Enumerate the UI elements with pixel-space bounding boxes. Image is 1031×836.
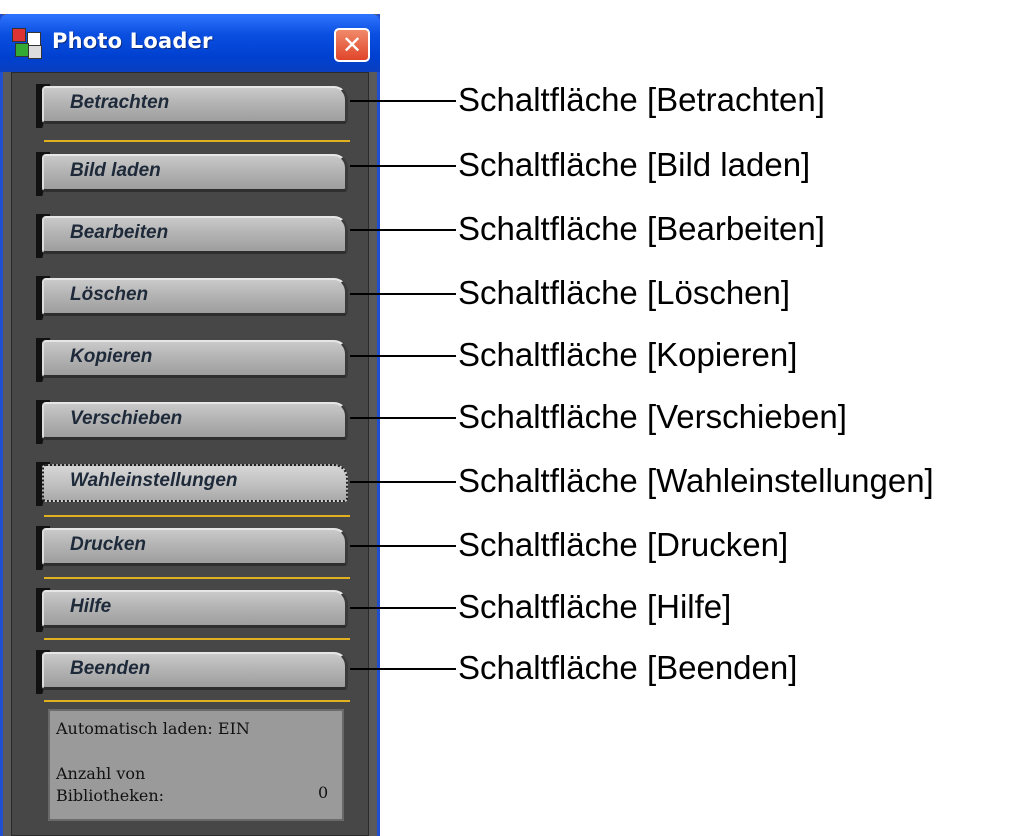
separator [44, 638, 350, 640]
edit-button[interactable]: Bearbeiten [36, 212, 352, 260]
button-label: Löschen [70, 284, 149, 305]
exit-button[interactable]: Beenden [36, 648, 352, 696]
button-label: Hilfe [70, 596, 112, 617]
title-bar[interactable]: Photo Loader ✕ [0, 14, 380, 72]
library-count-value: 0 [318, 783, 329, 802]
callout-line [350, 229, 456, 231]
callout-line [350, 417, 456, 419]
callout-line [350, 545, 456, 547]
help-button[interactable]: Hilfe [36, 586, 352, 634]
callout-label: Schaltfläche [Bearbeiten] [458, 210, 825, 247]
window-title: Photo Loader [52, 29, 213, 53]
close-button[interactable]: ✕ [334, 28, 370, 62]
library-count-label: Anzahl von Bibliotheken: [56, 764, 165, 805]
app-icon [12, 28, 42, 59]
separator [44, 140, 350, 142]
callout-label: Schaltfläche [Wahleinstellungen] [458, 462, 934, 499]
view-button[interactable]: Betrachten [36, 82, 352, 130]
callout-line [350, 293, 456, 295]
button-label: Betrachten [70, 92, 170, 113]
delete-button[interactable]: Löschen [36, 274, 352, 322]
callout-label: Schaltfläche [Kopieren] [458, 336, 798, 373]
callout-label: Schaltfläche [Verschieben] [458, 398, 847, 435]
callout-label: Schaltfläche [Drucken] [458, 526, 789, 563]
button-label: Wahleinstellungen [70, 470, 238, 491]
copy-button[interactable]: Kopieren [36, 336, 352, 384]
callout-line [350, 100, 456, 102]
callout-line [350, 355, 456, 357]
separator [44, 700, 350, 702]
callout-label: Schaltfläche [Hilfe] [458, 588, 732, 625]
close-icon: ✕ [341, 31, 363, 59]
move-button[interactable]: Verschieben [36, 398, 352, 446]
callout-line [350, 481, 456, 483]
callout-label: Schaltfläche [Beenden] [458, 649, 798, 686]
callout-line [350, 668, 456, 670]
button-label: Beenden [70, 658, 151, 679]
preferences-button[interactable]: Wahleinstellungen [36, 460, 352, 508]
callout-label: Schaltfläche [Betrachten] [458, 81, 825, 118]
callout-line [350, 607, 456, 609]
status-panel: Automatisch laden: EIN Anzahl von Biblio… [48, 709, 344, 821]
callout-line [350, 165, 456, 167]
separator [44, 515, 350, 517]
button-label: Drucken [70, 534, 147, 555]
auto-load-status: Automatisch laden: EIN [56, 719, 250, 738]
callout-label: Schaltfläche [Bild laden] [458, 146, 811, 183]
callout-label: Schaltfläche [Löschen] [458, 274, 791, 311]
load-image-button[interactable]: Bild laden [36, 150, 352, 198]
button-label: Kopieren [70, 346, 153, 367]
button-label: Verschieben [70, 408, 183, 429]
button-label: Bearbeiten [70, 222, 169, 243]
button-label: Bild laden [70, 160, 161, 181]
print-button[interactable]: Drucken [36, 524, 352, 572]
separator [44, 577, 350, 579]
